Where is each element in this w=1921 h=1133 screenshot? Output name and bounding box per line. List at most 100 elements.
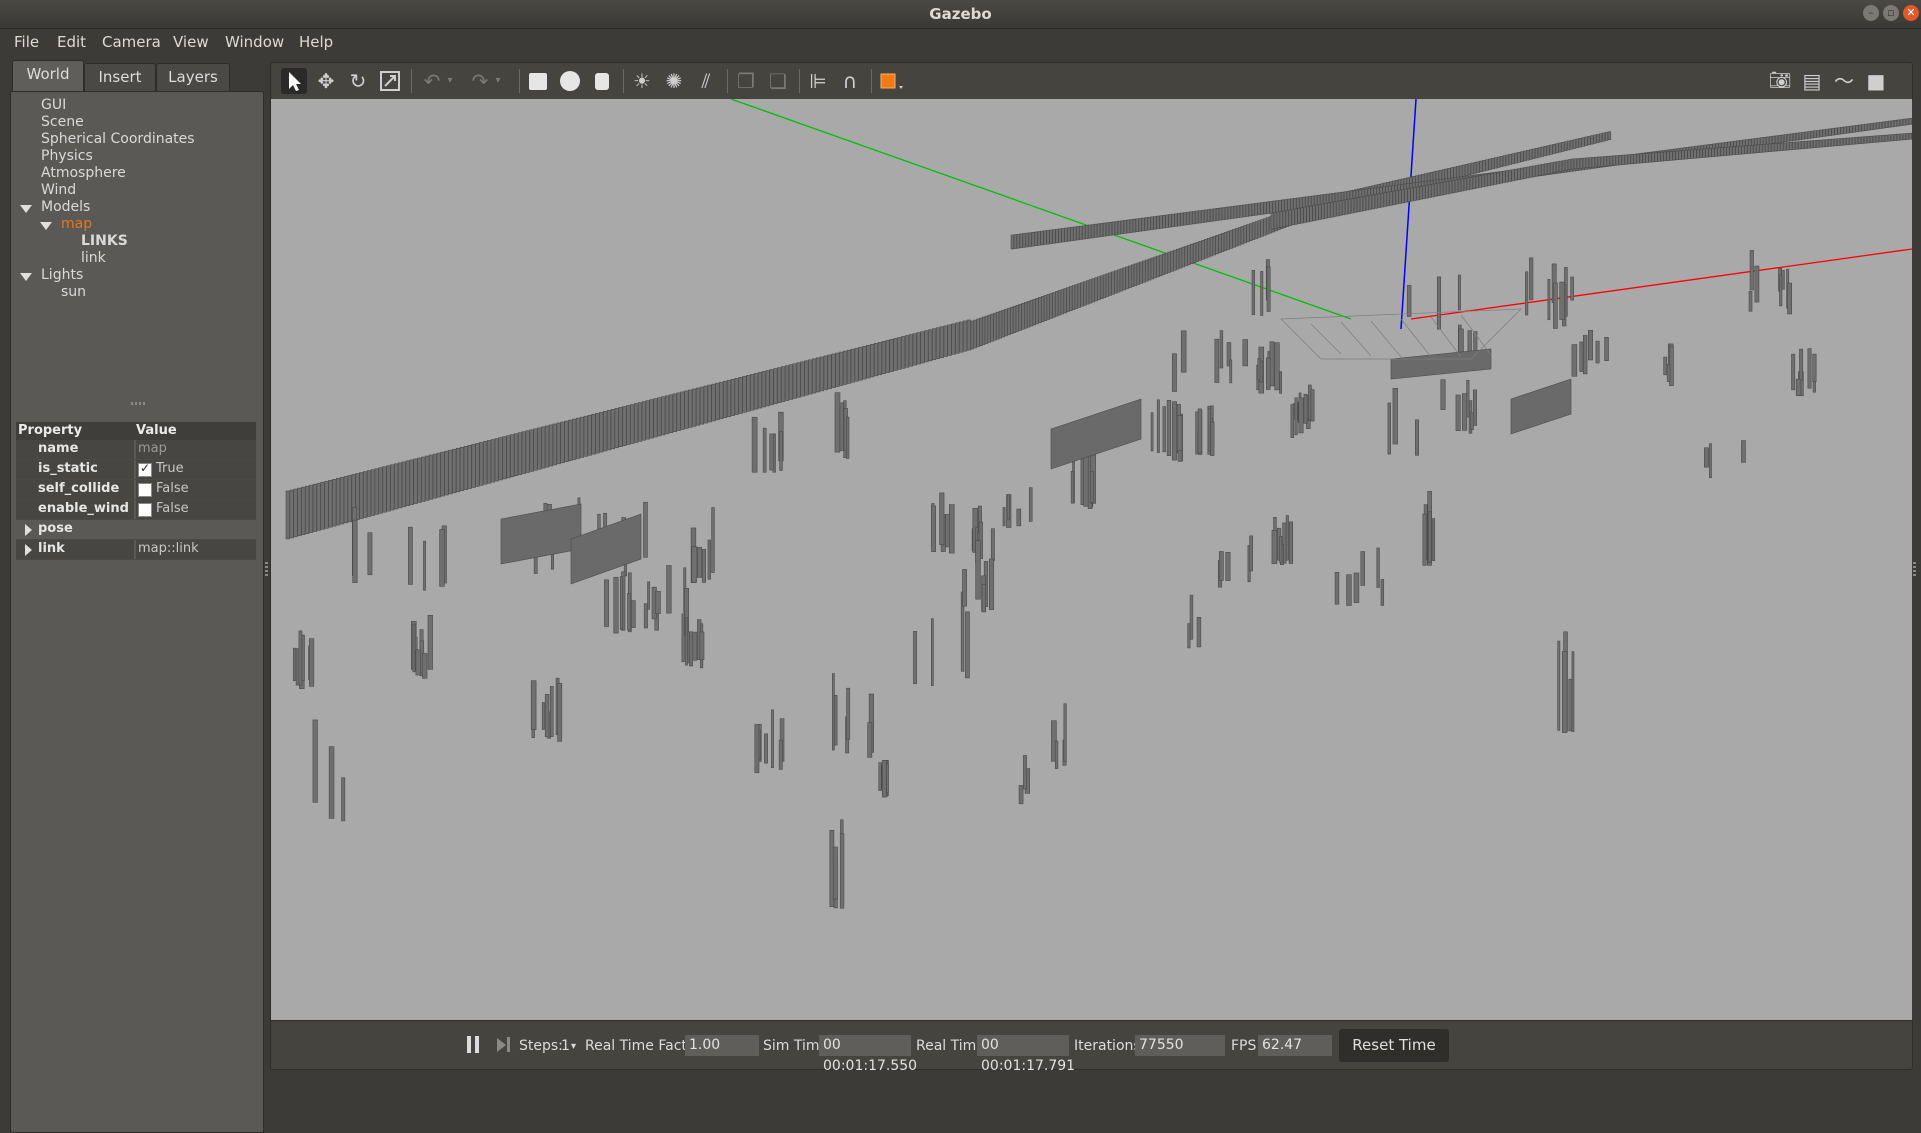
sphere-icon[interactable] <box>557 68 583 94</box>
map-wall-segment <box>1538 164 1542 176</box>
map-wall-segment <box>1165 214 1169 228</box>
tree-item-gui[interactable]: GUI <box>41 97 66 113</box>
map-wall-segment <box>1753 144 1757 154</box>
map-wall-segment <box>1237 227 1242 246</box>
map-wall-segment <box>1558 142 1562 153</box>
snap-icon[interactable]: ∩ <box>837 68 863 94</box>
menu-edit[interactable]: Edit <box>57 33 86 51</box>
tree-item-wind[interactable]: Wind <box>41 182 76 198</box>
point-light-icon[interactable]: ☀ <box>629 68 655 94</box>
right-splitter-handle[interactable] <box>1913 562 1916 576</box>
map-wall-segment <box>630 404 635 444</box>
map-wall-segment <box>990 313 994 342</box>
map-wall-segment <box>1481 174 1485 188</box>
directional-light-icon[interactable]: ⫽ <box>693 68 719 94</box>
map-wall-segment <box>533 428 538 471</box>
map-wall-segment <box>1269 201 1273 214</box>
redo-icon[interactable]: ↷ <box>467 68 493 94</box>
maximize-button[interactable]: ▫ <box>1883 5 1899 21</box>
menu-camera[interactable]: Camera <box>102 33 161 51</box>
translate-icon[interactable]: ✥ <box>313 68 339 94</box>
is-static-checkbox[interactable]: ✓ <box>138 461 152 477</box>
copy-icon[interactable]: ❐ <box>733 68 759 94</box>
property-row-pose[interactable]: pose <box>16 520 256 540</box>
map-wall-segment <box>1074 284 1079 309</box>
tree-item-link[interactable]: link <box>81 250 106 266</box>
redo-dropdown-icon[interactable]: ▾ <box>491 68 505 94</box>
minimize-button[interactable]: – <box>1863 5 1879 21</box>
tree-item-atmosphere[interactable]: Atmosphere <box>41 165 126 181</box>
property-table-header: Property Value <box>16 422 256 440</box>
menu-help[interactable]: Help <box>299 33 333 51</box>
map-wall-segment <box>471 444 476 488</box>
expand-pose-icon[interactable] <box>25 524 32 536</box>
map-wall-segment <box>444 450 449 496</box>
step-icon[interactable] <box>497 1036 511 1053</box>
map-wall-segment <box>649 399 654 439</box>
tab-layers[interactable]: Layers <box>156 63 230 92</box>
pause-icon[interactable] <box>467 1036 480 1053</box>
map-wall-segment <box>920 331 925 364</box>
tab-insert[interactable]: Insert <box>84 63 156 92</box>
plot-icon[interactable]: 〜 <box>1831 68 1857 94</box>
video-icon[interactable]: ■ <box>1863 68 1889 94</box>
tree-item-lights[interactable]: Lights <box>41 267 83 283</box>
rotate-icon[interactable]: ↻ <box>345 68 371 94</box>
tree-item-physics[interactable]: Physics <box>41 148 93 164</box>
paste-icon[interactable]: ❏ <box>765 68 791 94</box>
box-icon[interactable] <box>525 68 551 94</box>
property-key: link <box>38 541 65 556</box>
screenshot-icon[interactable]: 📷︎ <box>1767 68 1793 94</box>
map-wall-segment <box>1055 228 1059 244</box>
real-time-factor-value: 1.00 <box>685 1035 759 1056</box>
property-row-name[interactable]: name map <box>16 440 256 460</box>
menu-view[interactable]: View <box>173 33 209 51</box>
tree-item-map[interactable]: map <box>61 216 92 232</box>
map-wall-segment <box>1303 393 1308 424</box>
align-icon[interactable]: ⊫ <box>805 68 831 94</box>
map-wall-segment <box>1032 299 1036 326</box>
property-row-enable-wind[interactable]: enable_wind False <box>16 500 256 520</box>
property-row-link[interactable]: link map::link <box>16 540 256 560</box>
spot-light-icon[interactable]: ✺ <box>661 68 687 94</box>
map-wall-segment <box>1321 203 1325 220</box>
menu-file[interactable]: File <box>14 33 39 51</box>
tree-item-models[interactable]: Models <box>41 199 90 215</box>
panel-splitter-handle[interactable] <box>131 402 145 405</box>
property-row-is-static[interactable]: is_static ✓ True <box>16 460 256 480</box>
tree-item-scene[interactable]: Scene <box>41 114 84 130</box>
scene-render[interactable] <box>271 99 1912 1020</box>
menu-window[interactable]: Window <box>225 33 284 51</box>
undo-icon[interactable]: ↶ <box>419 68 445 94</box>
map-wall-segment <box>1749 250 1754 291</box>
expand-lights-icon[interactable] <box>20 273 32 281</box>
expand-map-icon[interactable] <box>40 222 52 230</box>
3d-viewport[interactable] <box>270 99 1912 1020</box>
log-icon[interactable]: ▤ <box>1799 68 1825 94</box>
expand-models-icon[interactable] <box>20 205 32 213</box>
enable-wind-checkbox[interactable] <box>138 503 152 517</box>
map-wall-segment <box>1872 135 1877 143</box>
undo-dropdown-icon[interactable]: ▾ <box>443 68 457 94</box>
property-row-self-collide[interactable]: self_collide False <box>16 480 256 500</box>
tree-item-sun[interactable]: sun <box>61 284 86 300</box>
left-splitter-handle[interactable] <box>265 562 268 576</box>
reset-time-button[interactable]: Reset Time <box>1339 1029 1449 1062</box>
map-wall-segment <box>878 762 882 791</box>
view-angle-icon[interactable] <box>877 68 903 94</box>
close-button[interactable]: ✕ <box>1903 5 1919 21</box>
scale-icon[interactable] <box>377 68 403 94</box>
map-wall-segment <box>1380 192 1384 208</box>
tree-item-links[interactable]: LINKS <box>81 233 128 249</box>
map-wall-segment <box>1105 222 1110 237</box>
select-mode-icon[interactable] <box>281 68 307 94</box>
expand-link-icon[interactable] <box>25 544 32 556</box>
tree-item-spherical-coordinates[interactable]: Spherical Coordinates <box>41 131 195 147</box>
tab-world[interactable]: World <box>12 60 84 92</box>
steps-dropdown-icon[interactable]: ▾ <box>571 1041 576 1052</box>
map-wall-segment <box>1642 153 1646 163</box>
steps-value[interactable]: 1 <box>561 1038 570 1054</box>
self-collide-checkbox[interactable] <box>138 483 152 497</box>
cylinder-icon[interactable] <box>589 68 615 94</box>
map-wall-segment <box>1309 205 1313 222</box>
